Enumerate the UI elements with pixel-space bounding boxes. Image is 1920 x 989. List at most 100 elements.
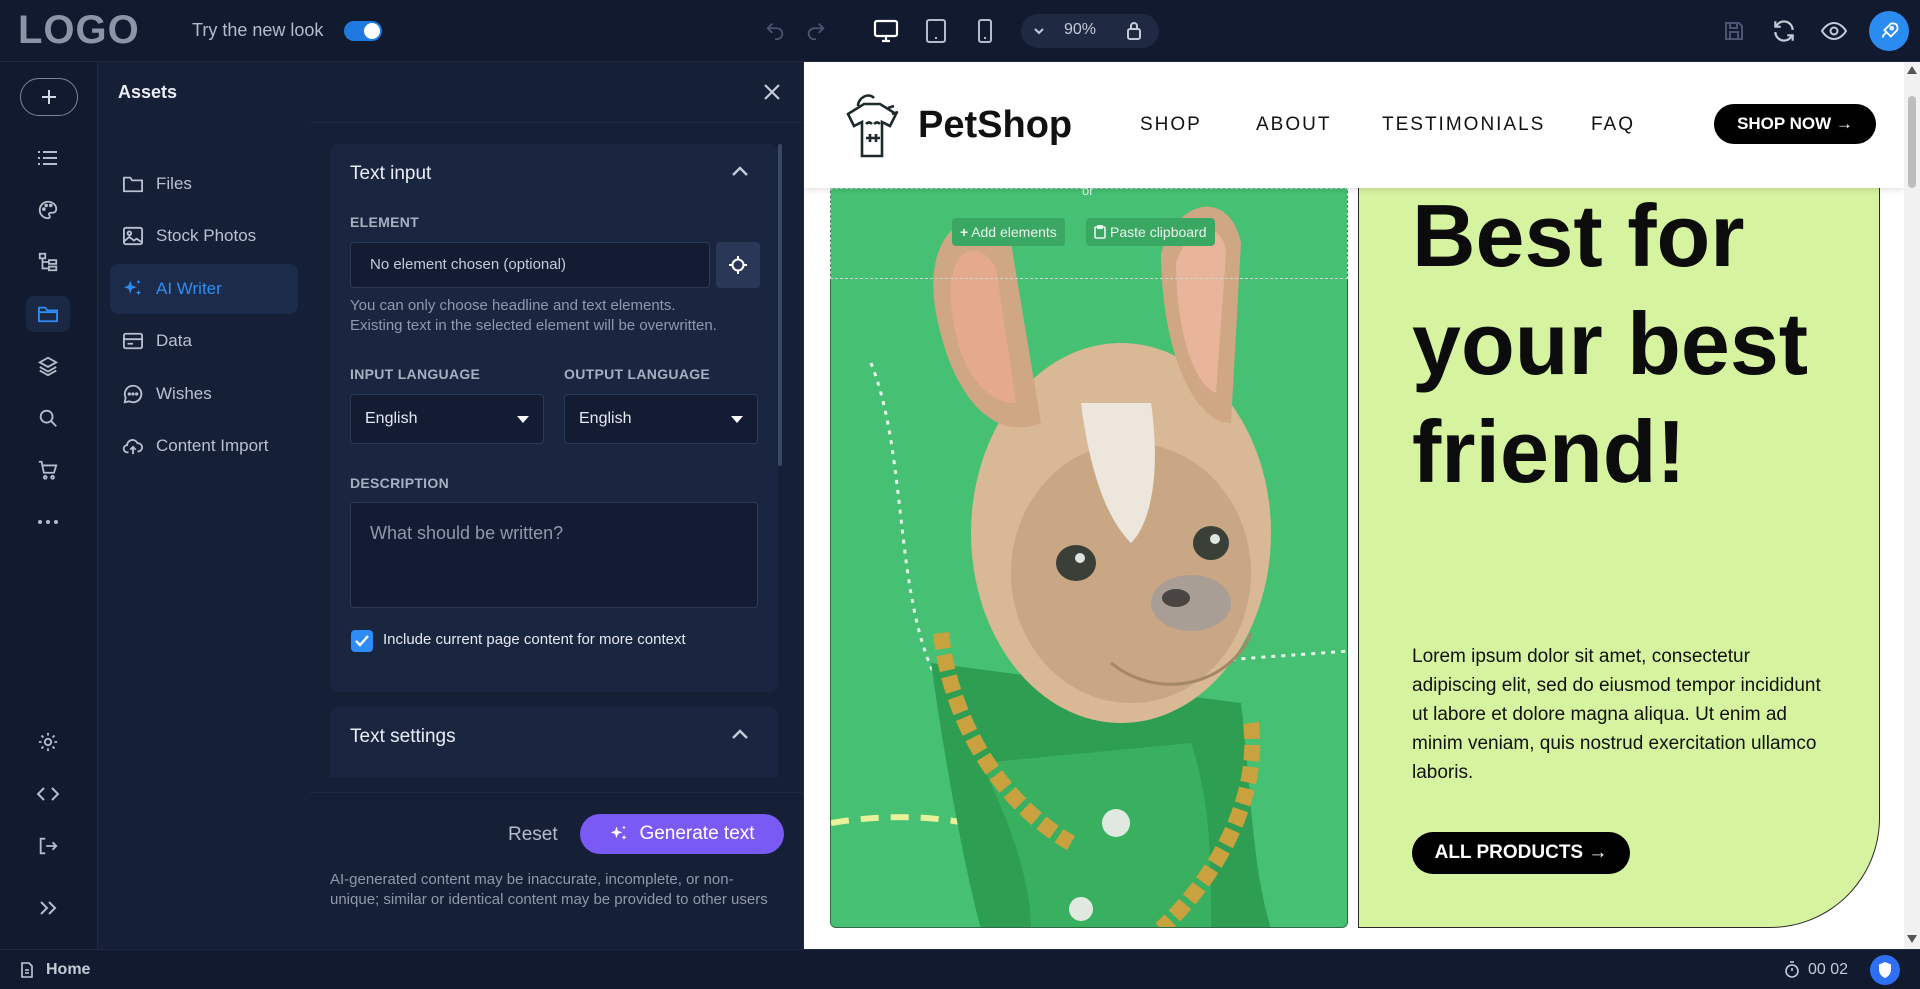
publish-rocket-button[interactable] [1869, 11, 1909, 51]
cart-icon[interactable] [26, 452, 70, 488]
collapse-text-settings-button[interactable] [730, 725, 750, 750]
folder-icon [123, 176, 143, 193]
session-timer: 00 02 [1808, 961, 1849, 978]
input-language-label: INPUT LANGUAGE [350, 366, 481, 382]
rocket-icon [1881, 22, 1899, 38]
more-icon[interactable] [26, 504, 70, 540]
redo-icon[interactable] [799, 14, 833, 48]
new-look-toggle[interactable] [344, 21, 382, 41]
assets-item-stock-photos[interactable]: Stock Photos [110, 211, 298, 261]
image-icon [123, 226, 143, 246]
layers-icon[interactable] [26, 348, 70, 384]
paste-clipboard-label: Paste clipboard [1110, 224, 1207, 240]
site-brand[interactable]: PetShop [918, 104, 1072, 147]
output-language-label: OUTPUT LANGUAGE [564, 366, 711, 382]
output-language-value: English [579, 410, 632, 427]
add-button[interactable] [20, 78, 78, 116]
output-language-select[interactable]: English [564, 394, 758, 444]
canvas-scrollbar[interactable] [1904, 62, 1920, 949]
page-canvas[interactable]: or + Add elements Paste clipboard Best f… [804, 62, 1904, 949]
assets-item-label: Stock Photos [156, 226, 257, 245]
panel-scrollbar[interactable] [778, 144, 782, 466]
code-icon[interactable] [26, 776, 70, 812]
add-elements-label: Add elements [971, 224, 1057, 240]
pages-list-icon[interactable] [26, 140, 70, 176]
assets-sidebar: Assets Files Stock Photos AI Writer Data… [98, 62, 310, 949]
refresh-icon[interactable] [1767, 14, 1801, 48]
tablet-view-icon[interactable] [919, 14, 953, 48]
assets-item-label: Files [156, 174, 192, 193]
page-icon [21, 962, 33, 978]
hero-headline[interactable]: Best for your best friend! [1412, 182, 1852, 506]
nav-link-testimonials[interactable]: TESTIMONIALS [1382, 114, 1545, 136]
generate-text-button[interactable]: Generate text [580, 814, 784, 854]
clipboard-icon [1094, 225, 1106, 239]
nav-link-faq[interactable]: FAQ [1591, 114, 1635, 136]
search-icon[interactable] [26, 400, 70, 436]
assets-item-files[interactable]: Files [110, 159, 298, 209]
chevron-down-icon[interactable] [1022, 14, 1056, 48]
all-products-button[interactable]: ALL PRODUCTS → [1412, 832, 1630, 874]
reset-button[interactable]: Reset [508, 824, 558, 846]
footer-divider [310, 792, 804, 793]
description-placeholder: What should be written? [370, 523, 564, 543]
scroll-down-icon[interactable] [1907, 935, 1917, 943]
undo-icon[interactable] [758, 14, 792, 48]
element-placeholder: No element chosen (optional) [370, 256, 566, 273]
tshirt-logo-icon [846, 94, 899, 158]
chevron-up-icon [732, 166, 748, 176]
assets-item-ai-writer[interactable]: AI Writer [110, 264, 298, 314]
paste-clipboard-button[interactable]: Paste clipboard [1086, 218, 1215, 246]
lock-icon[interactable] [1117, 14, 1151, 48]
description-textarea[interactable]: What should be written? [350, 502, 758, 608]
pick-element-button[interactable] [716, 242, 760, 288]
shop-now-button[interactable]: SHOP NOW → [1714, 104, 1876, 144]
collapse-text-input-button[interactable] [730, 162, 750, 187]
try-new-look-label: Try the new look [192, 20, 324, 40]
mobile-view-icon[interactable] [968, 14, 1002, 48]
assets-item-label: Wishes [156, 384, 212, 403]
assets-item-wishes[interactable]: Wishes [110, 369, 298, 419]
close-panel-button[interactable] [756, 76, 788, 108]
shield-icon [1879, 962, 1891, 978]
current-page-name[interactable]: Home [46, 961, 90, 979]
include-context-label: Include current page content for more co… [383, 631, 686, 648]
left-rail [0, 62, 98, 949]
preview-eye-icon[interactable] [1817, 14, 1851, 48]
hero-body-text[interactable]: Lorem ipsum dolor sit amet, consectetur … [1412, 642, 1822, 787]
include-context-checkbox[interactable] [351, 630, 373, 652]
cloud-upload-icon [122, 439, 143, 455]
chevron-up-icon [732, 729, 748, 739]
site-header: PetShop SHOP ABOUT TESTIMONIALS FAQ SHOP… [804, 62, 1904, 188]
add-elements-button[interactable]: + Add elements [952, 218, 1065, 246]
check-icon [355, 635, 369, 647]
input-language-select[interactable]: English [350, 394, 544, 444]
save-icon[interactable] [1717, 14, 1751, 48]
scroll-up-icon[interactable] [1907, 66, 1917, 74]
security-badge[interactable] [1870, 955, 1900, 985]
close-icon [764, 84, 780, 100]
caret-down-icon [731, 416, 743, 423]
nav-link-about[interactable]: ABOUT [1256, 114, 1331, 136]
text-settings-title[interactable]: Text settings [350, 726, 456, 748]
plus-icon: + [960, 224, 969, 240]
crosshair-icon [729, 256, 747, 274]
sitemap-icon[interactable] [26, 244, 70, 280]
exit-icon[interactable] [26, 828, 70, 864]
element-help-line-2: Existing text in the selected element wi… [350, 317, 717, 334]
desktop-view-icon[interactable] [869, 14, 903, 48]
nav-link-shop[interactable]: SHOP [1140, 114, 1202, 136]
canvas-scroll-thumb[interactable] [1908, 96, 1916, 188]
element-select[interactable]: No element chosen (optional) [350, 242, 710, 288]
ai-writer-panel: Text input ELEMENT No element chosen (op… [310, 62, 804, 949]
generate-text-label: Generate text [639, 823, 755, 844]
expand-icon[interactable] [26, 890, 70, 926]
palette-icon[interactable] [26, 192, 70, 228]
assets-item-data[interactable]: Data [110, 316, 298, 366]
assets-folder-icon[interactable] [26, 296, 70, 332]
assets-title: Assets [118, 82, 178, 102]
status-bar: Home 00 02 [0, 949, 1920, 989]
gear-icon[interactable] [26, 724, 70, 760]
description-label: DESCRIPTION [350, 475, 449, 491]
assets-item-content-import[interactable]: Content Import [110, 421, 298, 471]
